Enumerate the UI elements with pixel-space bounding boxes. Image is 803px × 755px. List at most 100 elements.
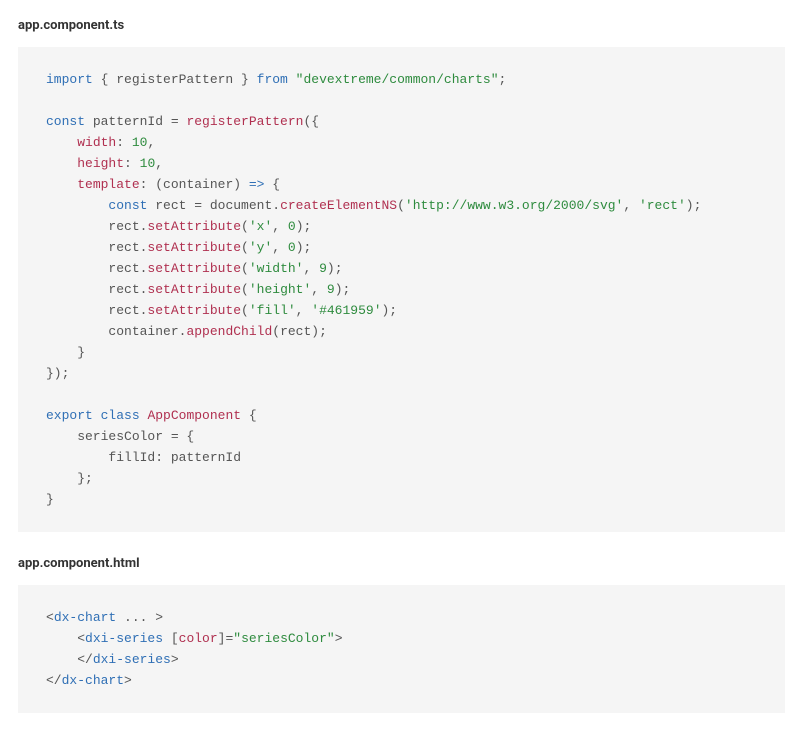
code-token: 'y' [249, 240, 272, 255]
code-token: rect. [46, 219, 147, 234]
code-token: </ [46, 652, 93, 667]
code-token: }); [46, 366, 69, 381]
code-token: } [46, 492, 54, 507]
code-token: } [46, 345, 85, 360]
code-token: ); [296, 219, 312, 234]
code-token: patternId = [85, 114, 186, 129]
code-token: setAttribute [147, 261, 241, 276]
code-token: , [155, 156, 163, 171]
code-token: createElementNS [280, 198, 397, 213]
code-token: setAttribute [147, 240, 241, 255]
code-token: seriesColor = { [46, 429, 194, 444]
code-token: ( [241, 303, 249, 318]
code-token: , [296, 303, 312, 318]
code-token: rect = document. [147, 198, 280, 213]
code-block-1: import { registerPattern } from "devextr… [18, 47, 785, 532]
code-token: ( [241, 261, 249, 276]
code-token: ); [686, 198, 702, 213]
code-token: height [77, 156, 124, 171]
code-token: ); [382, 303, 398, 318]
code-token: ); [335, 282, 351, 297]
code-token: }; [46, 471, 93, 486]
code-token: fillId: patternId [46, 450, 241, 465]
code-token [288, 72, 296, 87]
code-token: 9 [319, 261, 327, 276]
code-token: registerPattern [186, 114, 303, 129]
code-token: "seriesColor" [233, 631, 334, 646]
code-token: container [163, 177, 233, 192]
code-token: 'x' [249, 219, 272, 234]
code-token: dx-chart [54, 610, 116, 625]
code-token: setAttribute [147, 303, 241, 318]
code-token: > [124, 673, 132, 688]
code-token: [ [163, 631, 179, 646]
code-token: (rect); [272, 324, 327, 339]
code-token: dxi-series [93, 652, 171, 667]
code-token [46, 156, 77, 171]
code-token: < [46, 631, 85, 646]
code-token: rect. [46, 261, 147, 276]
code-token: , [311, 282, 327, 297]
code-token: { [264, 177, 280, 192]
file-title-2: app.component.html [18, 556, 785, 571]
code-token [46, 135, 77, 150]
code-token [46, 198, 108, 213]
code-token: const [108, 198, 147, 213]
code-block-2: <dx-chart ... > <dxi-series [color]="ser… [18, 585, 785, 713]
code-token: , [147, 135, 155, 150]
code-token: width [77, 135, 116, 150]
code-token: , [272, 240, 288, 255]
code-token: > [335, 631, 343, 646]
code-token: : ( [140, 177, 163, 192]
code-token: ( [241, 240, 249, 255]
code-token: , [623, 198, 639, 213]
code-token: setAttribute [147, 282, 241, 297]
code-token: ; [499, 72, 507, 87]
code-token: 10 [132, 135, 148, 150]
code-token: ]= [218, 631, 234, 646]
code-token: => [249, 177, 265, 192]
code-token: "devextreme/common/charts" [296, 72, 499, 87]
code-token: 'height' [249, 282, 311, 297]
code-token: container. [46, 324, 186, 339]
code-token: 'width' [249, 261, 304, 276]
code-token: color [179, 631, 218, 646]
code-token: appendChild [186, 324, 272, 339]
code-token [46, 177, 77, 192]
code-token: { [241, 408, 257, 423]
code-token: 'fill' [249, 303, 296, 318]
code-token: AppComponent [147, 408, 241, 423]
code-token: class [101, 408, 140, 423]
code-token: ); [327, 261, 343, 276]
code-token: import [46, 72, 93, 87]
code-token: ... > [116, 610, 163, 625]
code-token: ); [296, 240, 312, 255]
code-token: dx-chart [62, 673, 124, 688]
code-token: 0 [288, 240, 296, 255]
code-token: : [116, 135, 132, 150]
code-token: 'rect' [639, 198, 686, 213]
code-token: < [46, 610, 54, 625]
code-token: 'http://www.w3.org/2000/svg' [405, 198, 623, 213]
code-token: , [303, 261, 319, 276]
code-token: export [46, 408, 93, 423]
code-token: ( [241, 282, 249, 297]
code-token: ( [397, 198, 405, 213]
file-title-1: app.component.ts [18, 18, 785, 33]
code-token: 10 [140, 156, 156, 171]
code-token [93, 408, 101, 423]
code-token: ( [241, 219, 249, 234]
code-token: , [272, 219, 288, 234]
code-token: </ [46, 673, 62, 688]
code-token: { registerPattern } [93, 72, 257, 87]
code-token: const [46, 114, 85, 129]
code-token: rect. [46, 303, 147, 318]
code-token: > [171, 652, 179, 667]
code-token: rect. [46, 282, 147, 297]
code-token: setAttribute [147, 219, 241, 234]
code-token: rect. [46, 240, 147, 255]
code-token: ({ [303, 114, 319, 129]
code-token: ) [233, 177, 249, 192]
code-token: template [77, 177, 139, 192]
code-token: 9 [327, 282, 335, 297]
